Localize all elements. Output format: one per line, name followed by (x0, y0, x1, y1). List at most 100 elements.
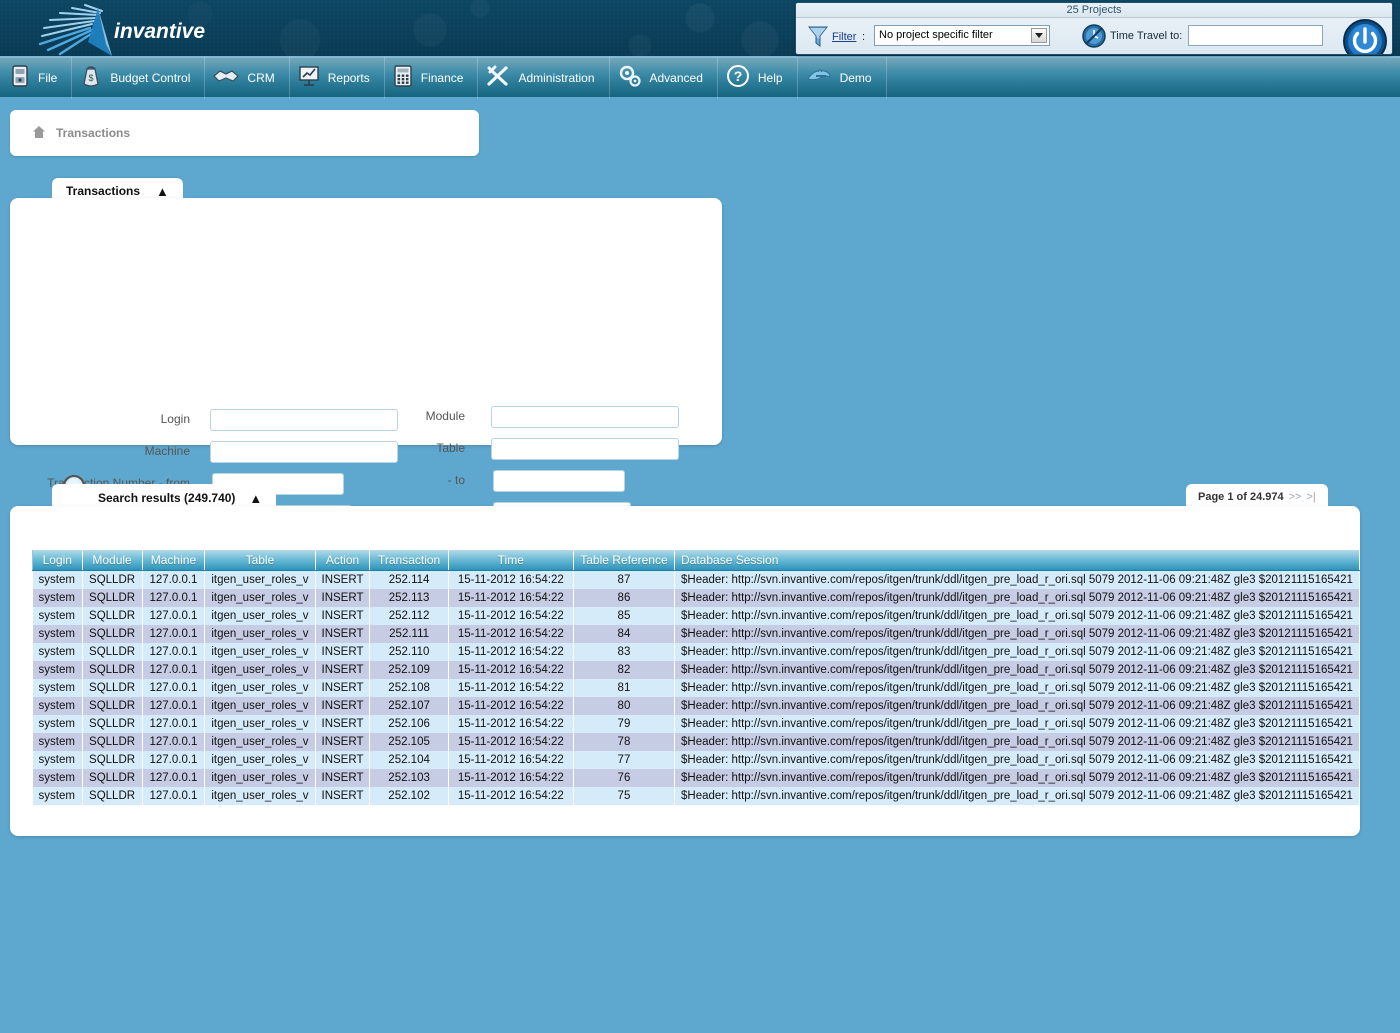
column-header-time[interactable]: Time (448, 550, 573, 571)
menu-spacer (887, 57, 1400, 99)
cell-login: system (33, 679, 83, 697)
machine-input[interactable] (210, 441, 398, 463)
cell-machine: 127.0.0.1 (142, 571, 205, 589)
column-header-machine[interactable]: Machine (142, 550, 205, 571)
cell-table: itgen_user_roles_v (205, 715, 315, 733)
login-input[interactable] (210, 409, 398, 431)
cell-database-session: $Header: http://svn.invantive.com/repos/… (675, 679, 1360, 697)
column-header-database-session[interactable]: Database Session (675, 550, 1360, 571)
transaction-number-to-input[interactable] (493, 470, 625, 492)
table-row[interactable]: systemSQLLDR127.0.0.1itgen_user_roles_vI… (33, 679, 1360, 697)
table-row[interactable]: systemSQLLDR127.0.0.1itgen_user_roles_vI… (33, 751, 1360, 769)
cell-time: 15-11-2012 16:54:22 (448, 607, 573, 625)
cell-transaction: 252.111 (370, 625, 448, 643)
cell-transaction: 252.114 (370, 571, 448, 589)
cell-login: system (33, 715, 83, 733)
menu-item-finance[interactable]: Finance (385, 57, 479, 99)
cell-module: SQLLDR (82, 679, 142, 697)
time-travel-clock-icon (1081, 23, 1107, 52)
main-menu-bar: File $ Budget Control CRM (0, 58, 1400, 100)
table-row[interactable]: systemSQLLDR127.0.0.1itgen_user_roles_vI… (33, 625, 1360, 643)
tab-search-results-label: Search results (249.740) (98, 491, 235, 505)
cell-database-session: $Header: http://svn.invantive.com/repos/… (675, 643, 1360, 661)
cell-table: itgen_user_roles_v (205, 769, 315, 787)
project-count-title: 25 Projects (796, 3, 1392, 18)
cell-machine: 127.0.0.1 (142, 733, 205, 751)
column-header-table-reference[interactable]: Table Reference (573, 550, 674, 571)
table-row[interactable]: systemSQLLDR127.0.0.1itgen_user_roles_vI… (33, 733, 1360, 751)
cell-action: INSERT (315, 679, 370, 697)
cell-action: INSERT (315, 643, 370, 661)
table-row[interactable]: systemSQLLDR127.0.0.1itgen_user_roles_vI… (33, 607, 1360, 625)
cell-module: SQLLDR (82, 661, 142, 679)
module-input[interactable] (491, 406, 679, 428)
column-header-table[interactable]: Table (205, 550, 315, 571)
menu-item-crm[interactable]: CRM (205, 57, 289, 99)
logout-power-button[interactable] (1341, 17, 1389, 55)
menu-item-reports-label: Reports (328, 71, 370, 85)
cell-transaction: 252.107 (370, 697, 448, 715)
transactions-search-panel: Login Module Machine Table Transaction N… (10, 198, 722, 445)
cell-login: system (33, 769, 83, 787)
next-page-button[interactable]: >> (1289, 491, 1302, 503)
cell-table: itgen_user_roles_v (205, 589, 315, 607)
menu-item-budget-control[interactable]: $ Budget Control (72, 57, 205, 99)
table-row[interactable]: systemSQLLDR127.0.0.1itgen_user_roles_vI… (33, 643, 1360, 661)
last-page-button[interactable]: >| (1306, 491, 1315, 503)
home-icon[interactable] (32, 125, 46, 142)
filter-link[interactable]: Filter (832, 31, 856, 43)
cell-table-reference: 79 (573, 715, 674, 733)
time-travel-input[interactable] (1188, 25, 1323, 46)
table-row[interactable]: systemSQLLDR127.0.0.1itgen_user_roles_vI… (33, 787, 1360, 805)
table-row[interactable]: systemSQLLDR127.0.0.1itgen_user_roles_vI… (33, 715, 1360, 733)
module-label: Module (390, 403, 465, 429)
table-row[interactable]: systemSQLLDR127.0.0.1itgen_user_roles_vI… (33, 571, 1360, 589)
cell-time: 15-11-2012 16:54:22 (448, 661, 573, 679)
invantive-logo: invantive (30, 2, 210, 58)
chevron-up-icon[interactable]: ▲ (249, 491, 262, 506)
cell-transaction: 252.106 (370, 715, 448, 733)
svg-text:$: $ (89, 73, 94, 83)
project-filter-value: No project specific filter (879, 29, 993, 41)
menu-item-file[interactable]: File (0, 57, 72, 99)
cell-module: SQLLDR (82, 769, 142, 787)
cell-time: 15-11-2012 16:54:22 (448, 787, 573, 805)
cell-table-reference: 84 (573, 625, 674, 643)
table-row[interactable]: systemSQLLDR127.0.0.1itgen_user_roles_vI… (33, 769, 1360, 787)
menu-item-reports[interactable]: Reports (290, 57, 385, 99)
menu-item-finance-label: Finance (421, 71, 464, 85)
column-header-action[interactable]: Action (315, 550, 370, 571)
menu-item-help[interactable]: ? Help (718, 57, 798, 99)
cell-table-reference: 80 (573, 697, 674, 715)
table-input[interactable] (491, 438, 679, 460)
chevron-up-icon[interactable]: ▲ (156, 184, 169, 199)
chevron-down-icon[interactable] (1031, 28, 1047, 43)
svg-text:?: ? (734, 68, 743, 84)
column-header-module[interactable]: Module (82, 550, 142, 571)
menu-item-advanced[interactable]: Advanced (610, 57, 718, 99)
cell-machine: 127.0.0.1 (142, 769, 205, 787)
menu-item-demo-label: Demo (840, 71, 872, 85)
cell-login: system (33, 787, 83, 805)
column-header-transaction[interactable]: Transaction (370, 550, 448, 571)
table-row[interactable]: systemSQLLDR127.0.0.1itgen_user_roles_vI… (33, 697, 1360, 715)
table-row[interactable]: systemSQLLDR127.0.0.1itgen_user_roles_vI… (33, 589, 1360, 607)
table-row[interactable]: systemSQLLDR127.0.0.1itgen_user_roles_vI… (33, 661, 1360, 679)
tab-transactions-label: Transactions (66, 184, 140, 198)
menu-item-crm-label: CRM (247, 71, 274, 85)
table-header-row: Login Module Machine Table Action Transa… (33, 550, 1360, 571)
transaction-number-to-label: - to (410, 467, 465, 493)
cell-transaction: 252.110 (370, 643, 448, 661)
menu-item-demo[interactable]: Demo (798, 57, 887, 99)
menu-item-administration-label: Administration (518, 71, 594, 85)
column-header-login[interactable]: Login (33, 550, 83, 571)
cell-login: system (33, 571, 83, 589)
menu-item-administration[interactable]: Administration (478, 57, 609, 99)
question-circle-icon: ? (726, 64, 750, 91)
breadcrumb: Transactions (10, 110, 479, 156)
cell-table-reference: 83 (573, 643, 674, 661)
cell-machine: 127.0.0.1 (142, 625, 205, 643)
search-results-panel: Login Module Machine Table Action Transa… (10, 506, 1360, 836)
project-filter-select[interactable]: No project specific filter (874, 25, 1050, 46)
cell-machine: 127.0.0.1 (142, 697, 205, 715)
